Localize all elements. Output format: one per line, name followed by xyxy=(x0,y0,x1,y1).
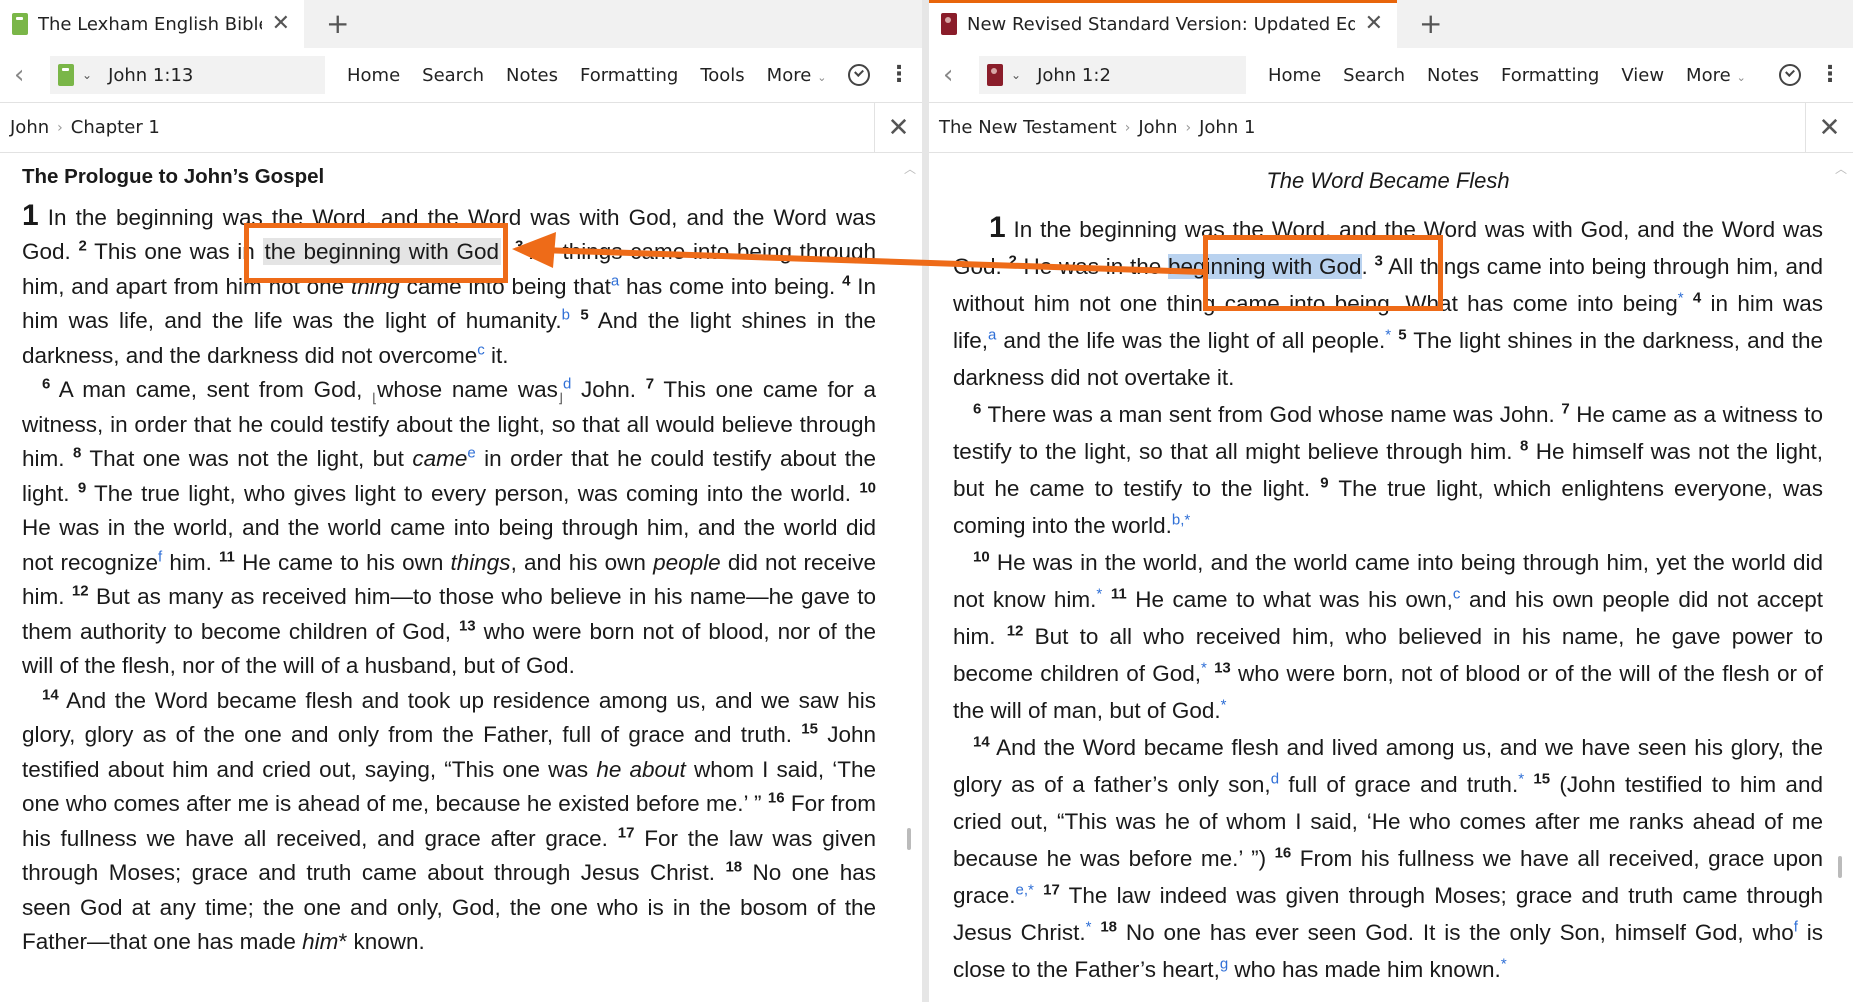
kebab-menu-icon[interactable]: ⋮ xyxy=(1819,64,1841,86)
menu-tools[interactable]: Tools xyxy=(700,65,744,86)
reference-text[interactable]: John 1:13 xyxy=(108,65,193,86)
section-heading: The Word Became Flesh xyxy=(1266,168,1510,193)
chevron-up-icon[interactable]: ︿ xyxy=(904,160,916,177)
scroll-thumb[interactable] xyxy=(907,828,911,850)
breadcrumb: John › Chapter 1 ✕ xyxy=(0,102,922,153)
close-icon[interactable]: ✕ xyxy=(1365,13,1383,35)
paragraph: 6 A man came, sent from God, ⌊whose name… xyxy=(22,375,877,679)
scrollbar[interactable]: ︿ xyxy=(904,160,916,1002)
paragraph: 14 And the Word became flesh and lived a… xyxy=(953,733,1823,983)
menu-home[interactable]: Home xyxy=(347,65,400,86)
scrollbar[interactable]: ︿ xyxy=(1835,160,1847,1002)
chevron-left-icon[interactable]: ‹ xyxy=(943,60,967,90)
menu-search[interactable]: Search xyxy=(422,65,484,86)
close-icon[interactable]: ✕ xyxy=(1805,102,1853,153)
scroll-thumb[interactable] xyxy=(1838,856,1842,878)
breadcrumb-item[interactable]: Chapter 1 xyxy=(71,117,160,138)
tab-bar: New Revised Standard Version: Updated Ed… xyxy=(929,0,1853,48)
chevron-down-icon: ⌄ xyxy=(817,70,827,84)
chevron-left-icon[interactable]: ‹ xyxy=(14,60,38,90)
tab-lexham-english-bible[interactable]: The Lexham English Bible ✕ xyxy=(0,0,304,48)
left-highlight-callout xyxy=(244,223,508,283)
chevron-right-icon: › xyxy=(1185,119,1192,136)
menu-formatting[interactable]: Formatting xyxy=(580,65,678,86)
left-bible-panel: The Lexham English Bible ✕ + ‹ ⌄ John 1:… xyxy=(0,0,922,1002)
menu-home[interactable]: Home xyxy=(1268,65,1321,86)
resource-menu: Home Search Notes Formatting Tools More ⌄ xyxy=(347,65,848,86)
check-circle-icon[interactable] xyxy=(848,64,870,86)
menu-more-label: More xyxy=(1686,64,1731,86)
check-circle-icon[interactable] xyxy=(1779,64,1801,86)
lexham-book-icon xyxy=(58,64,74,86)
resource-menu: Home Search Notes Formatting View More ⌄ xyxy=(1268,65,1779,86)
nrsvue-book-icon xyxy=(987,64,1003,86)
reference-text[interactable]: John 1:2 xyxy=(1037,65,1111,86)
plus-icon[interactable]: + xyxy=(326,0,349,48)
section-heading: The Prologue to John’s Gospel xyxy=(22,165,325,188)
tab-bar: The Lexham English Bible ✕ + xyxy=(0,0,922,48)
kebab-menu-icon[interactable]: ⋮ xyxy=(888,64,910,86)
breadcrumb-item[interactable]: John 1 xyxy=(1199,117,1255,138)
menu-more[interactable]: More ⌄ xyxy=(767,65,827,86)
resource-toolbar: ‹ ⌄ John 1:13 Home Search Notes Formatti… xyxy=(0,48,922,103)
plus-icon[interactable]: + xyxy=(1419,0,1442,48)
paragraph: 10 He was in the world, and the world ca… xyxy=(953,548,1824,724)
chevron-down-icon[interactable]: ⌄ xyxy=(82,68,92,82)
chevron-right-icon: › xyxy=(57,119,63,136)
nrsvue-book-icon xyxy=(941,13,957,35)
tab-title: New Revised Standard Version: Updated Ed… xyxy=(967,13,1355,35)
breadcrumb: The New Testament › John › John 1 ✕ xyxy=(929,102,1853,153)
chevron-down-icon: ⌄ xyxy=(1736,70,1746,84)
right-highlight-callout xyxy=(1203,235,1443,311)
menu-notes[interactable]: Notes xyxy=(1427,65,1479,86)
tab-title: The Lexham English Bible xyxy=(38,13,262,35)
reference-box[interactable]: ⌄ John 1:13 xyxy=(50,56,325,94)
close-icon[interactable]: ✕ xyxy=(272,13,290,35)
menu-formatting[interactable]: Formatting xyxy=(1501,65,1599,86)
menu-search[interactable]: Search xyxy=(1343,65,1405,86)
paragraph: 14 And the Word became flesh and took up… xyxy=(22,686,877,954)
menu-view[interactable]: View xyxy=(1621,65,1664,86)
paragraph: 6 There was a man sent from God whose na… xyxy=(953,400,1823,539)
right-bible-panel: New Revised Standard Version: Updated Ed… xyxy=(929,0,1853,1002)
menu-more[interactable]: More ⌄ xyxy=(1686,65,1746,86)
resource-toolbar: ‹ ⌄ John 1:2 Home Search Notes Formattin… xyxy=(929,48,1853,103)
chevron-right-icon: › xyxy=(1124,119,1131,136)
panel-splitter[interactable] xyxy=(922,0,929,1002)
reference-box[interactable]: ⌄ John 1:2 xyxy=(979,56,1246,94)
breadcrumb-item[interactable]: John xyxy=(1138,117,1177,138)
breadcrumb-item[interactable]: The New Testament xyxy=(939,117,1117,138)
chevron-down-icon[interactable]: ⌄ xyxy=(1011,68,1021,82)
close-icon[interactable]: ✕ xyxy=(874,102,922,153)
lexham-book-icon xyxy=(12,13,28,35)
menu-notes[interactable]: Notes xyxy=(506,65,558,86)
tab-nrsvue[interactable]: New Revised Standard Version: Updated Ed… xyxy=(929,0,1397,48)
chevron-up-icon[interactable]: ︿ xyxy=(1835,160,1847,177)
breadcrumb-item[interactable]: John xyxy=(10,117,49,138)
menu-more-label: More xyxy=(766,64,812,86)
